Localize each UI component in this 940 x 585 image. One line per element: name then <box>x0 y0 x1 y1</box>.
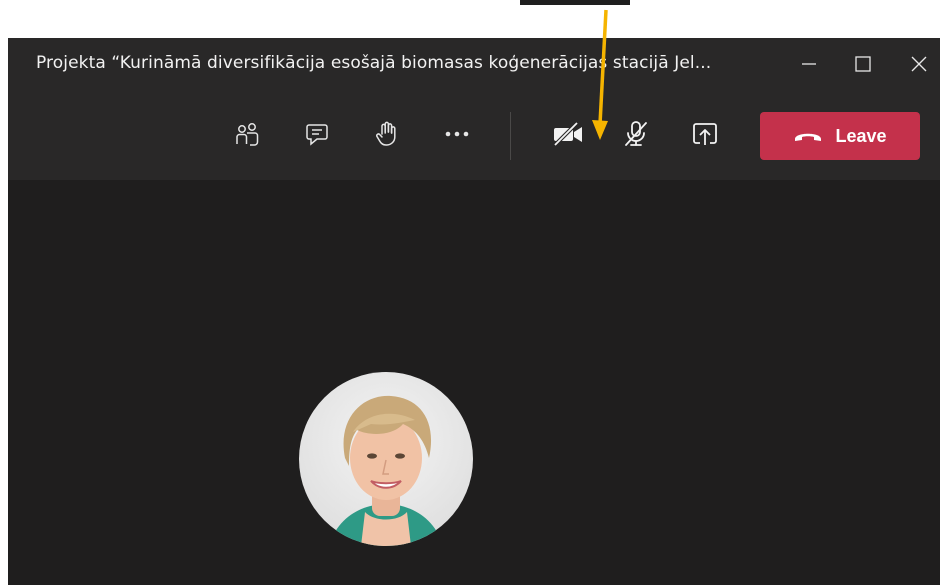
microphone-toggle-button[interactable] <box>614 112 658 156</box>
leave-button[interactable]: Leave <box>760 112 920 160</box>
mic-off-icon <box>625 121 647 146</box>
cropped-element <box>520 0 630 5</box>
camera-off-icon <box>553 121 582 147</box>
camera-toggle-button[interactable] <box>546 112 590 156</box>
more-actions-button[interactable] <box>435 112 479 156</box>
leave-label: Leave <box>835 125 887 146</box>
title-bar: Projekta “Kurināmā diversifikācija esoša… <box>8 38 940 90</box>
phone-hangup-icon <box>795 133 822 141</box>
teams-meeting-window: Projekta “Kurināmā diversifikācija esoša… <box>8 38 940 585</box>
minimize-icon <box>802 63 816 65</box>
screenshot-canvas: Projekta “Kurināmā diversifikācija esoša… <box>0 0 940 585</box>
more-icon <box>445 131 469 137</box>
close-button[interactable] <box>896 46 940 82</box>
chat-icon <box>306 124 328 146</box>
hand-icon <box>376 121 396 146</box>
participant-avatar[interactable] <box>299 372 473 546</box>
share-screen-icon <box>693 123 717 145</box>
meeting-stage <box>8 180 940 585</box>
close-icon <box>911 56 927 72</box>
meeting-toolbar: Leave <box>8 90 940 180</box>
share-screen-button[interactable] <box>683 112 727 156</box>
window-title: Projekta “Kurināmā diversifikācija esoša… <box>36 53 712 73</box>
raise-hand-button[interactable] <box>365 112 409 156</box>
chat-button[interactable] <box>295 112 339 156</box>
maximize-button[interactable] <box>840 46 886 82</box>
people-icon <box>236 123 259 146</box>
toolbar-divider <box>510 112 511 160</box>
maximize-icon <box>855 56 871 72</box>
minimize-button[interactable] <box>786 46 832 82</box>
participant-photo <box>299 372 473 546</box>
participants-button[interactable] <box>225 112 269 156</box>
